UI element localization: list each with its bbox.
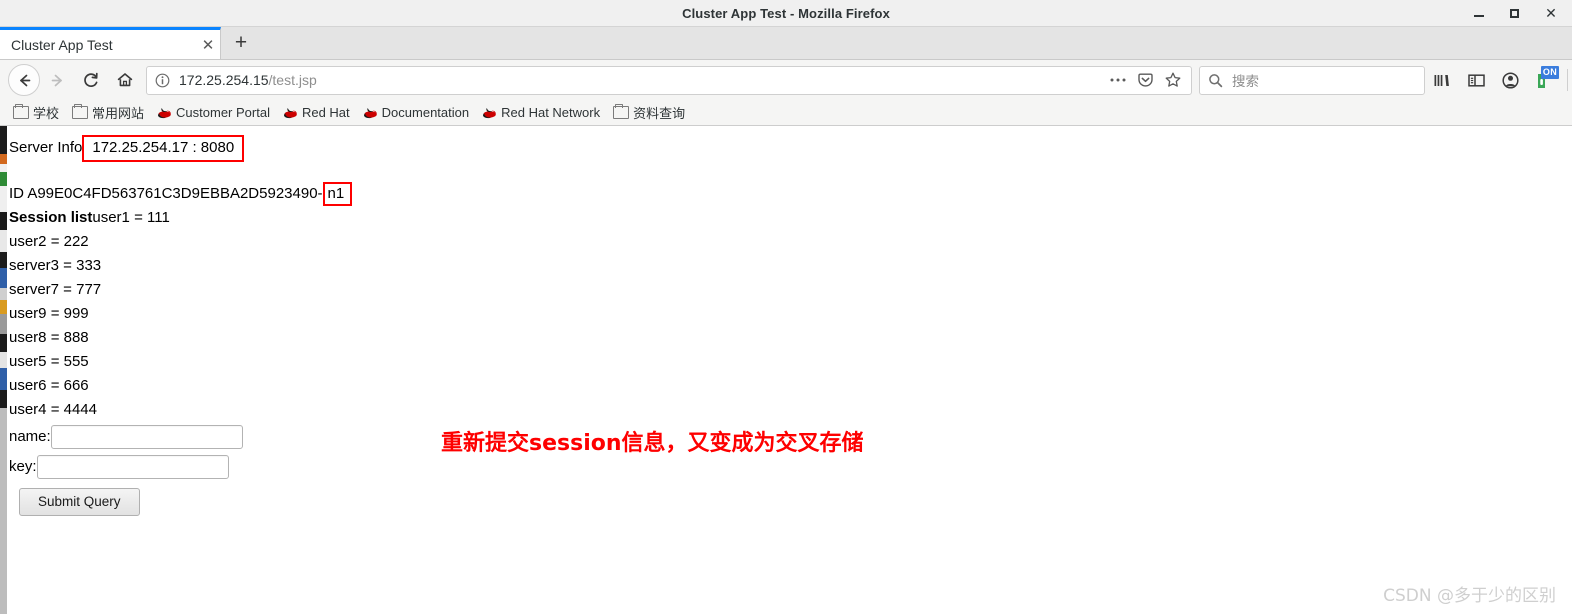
bookmark-item-red-hat[interactable]: Red Hat <box>278 103 355 122</box>
tab-strip: Cluster App Test ✕ + <box>0 27 1572 60</box>
page-actions-icon[interactable] <box>1109 76 1127 84</box>
bookmark-label: 资料查询 <box>633 106 686 121</box>
session-list-label: Session list <box>9 209 93 226</box>
close-window-button[interactable]: ✕ <box>1544 6 1558 20</box>
session-list-first-row: Session listuser1 = 111 <box>9 206 1572 230</box>
minimize-button[interactable] <box>1472 6 1486 20</box>
browser-tab-cluster-app-test[interactable]: Cluster App Test ✕ <box>0 27 221 59</box>
back-button[interactable] <box>8 64 40 96</box>
bookmark-item-ziliaochaxun[interactable]: 资料查询 <box>608 101 690 124</box>
session-entry: user1 = 111 <box>92 209 170 226</box>
annotation-text: 重新提交session信息，又变成为交叉存储 <box>441 431 864 456</box>
close-tab-icon[interactable]: ✕ <box>196 36 220 54</box>
url-host: 172.25.254.15 <box>179 72 269 88</box>
session-entry-row: server3 = 333 <box>9 257 102 274</box>
window-titlebar: Cluster App Test - Mozilla Firefox ✕ <box>0 0 1572 27</box>
tab-label: Cluster App Test <box>11 36 113 53</box>
session-entry-row: user2 = 222 <box>9 233 89 250</box>
forward-button[interactable] <box>40 63 74 97</box>
url-bar-actions <box>1105 71 1191 89</box>
pocket-icon[interactable] <box>1137 72 1154 89</box>
firefox-window: Cluster App Test - Mozilla Firefox ✕ Clu… <box>0 0 1572 614</box>
session-id-row: ID A99E0C4FD563761C3D9EBBA2D5923490- n1 <box>9 182 1572 206</box>
search-placeholder: 搜索 <box>1232 74 1259 89</box>
bookmark-label: Red Hat Network <box>501 105 601 120</box>
toolbar-right-icons: ON <box>1425 63 1572 97</box>
session-id-node-highlight: n1 <box>322 182 353 206</box>
session-entry-row: user8 = 888 <box>9 329 89 346</box>
navigation-toolbar: 172.25.254.15/test.jsp 搜索 ON <box>0 60 1572 100</box>
session-entry-row: server7 = 777 <box>9 281 102 298</box>
bookmark-item-documentation[interactable]: Documentation <box>358 103 474 122</box>
background-window-edge <box>0 126 7 614</box>
bookmark-label: Documentation <box>381 105 470 120</box>
url-bar[interactable]: 172.25.254.15/test.jsp <box>146 65 1192 95</box>
bookmark-item-changyongwangzhan[interactable]: 常用网站 <box>67 101 149 124</box>
bookmark-star-icon[interactable] <box>1164 71 1182 89</box>
session-entry-row: user5 = 555 <box>9 353 89 370</box>
url-text: 172.25.254.15/test.jsp <box>177 72 1105 88</box>
bookmark-label: Red Hat <box>301 105 350 120</box>
server-info-value-highlight: 172.25.254.17 : 8080 <box>82 134 245 162</box>
new-tab-button[interactable]: + <box>221 27 261 59</box>
home-button[interactable] <box>108 63 142 97</box>
folder-icon <box>72 103 89 119</box>
name-input[interactable] <box>50 425 243 449</box>
extension-badge: ON <box>1540 66 1559 79</box>
url-path: /test.jsp <box>268 72 317 88</box>
submit-query-button[interactable]: Submit Query <box>19 488 140 516</box>
session-entry-row: user9 = 999 <box>9 305 89 322</box>
bookmark-item-red-hat-network[interactable]: Red Hat Network <box>477 103 605 122</box>
bookmark-item-customer-portal[interactable]: Customer Portal <box>152 103 275 122</box>
session-entry-row: user6 = 666 <box>9 377 89 394</box>
key-input[interactable] <box>36 455 229 479</box>
server-info-row: Server Info 172.25.254.17 : 8080 <box>9 134 1572 162</box>
page-content: Server Info 172.25.254.17 : 8080 ID A99E… <box>9 126 1572 516</box>
toolbar-divider <box>1567 69 1568 91</box>
window-title: Cluster App Test - Mozilla Firefox <box>682 5 890 21</box>
bookmarks-toolbar: 学校 常用网站 Customer Portal Red Hat Document… <box>0 100 1572 126</box>
bookmark-label: Customer Portal <box>176 105 270 120</box>
identity-info-icon[interactable] <box>147 73 177 88</box>
session-entry-row: user4 = 4444 <box>9 401 97 418</box>
page-viewport: Server Info 172.25.254.17 : 8080 ID A99E… <box>0 126 1572 614</box>
folder-icon <box>13 103 29 119</box>
account-icon[interactable] <box>1493 63 1527 97</box>
bookmark-label: 常用网站 <box>92 106 145 121</box>
csdn-watermark: CSDN @多于少的区别 <box>1383 586 1556 606</box>
redhat-icon <box>283 106 298 119</box>
folder-icon <box>613 103 630 119</box>
library-icon[interactable] <box>1425 63 1459 97</box>
session-id-prefix: ID A99E0C4FD563761C3D9EBBA2D5923490- <box>9 185 323 202</box>
search-icon <box>1200 73 1230 88</box>
key-field-label: key: <box>9 458 37 475</box>
sidebar-icon[interactable] <box>1459 63 1493 97</box>
reload-button[interactable] <box>74 63 108 97</box>
extension-icon[interactable]: ON <box>1527 63 1561 97</box>
maximize-button[interactable] <box>1508 6 1522 20</box>
server-info-label: Server Info <box>9 139 83 156</box>
name-field-label: name: <box>9 428 51 445</box>
redhat-icon <box>157 106 172 119</box>
bookmark-label: 学校 <box>33 106 60 121</box>
search-bar[interactable]: 搜索 <box>1199 65 1425 95</box>
bookmark-item-xuexiao[interactable]: 学校 <box>8 101 64 124</box>
window-controls: ✕ <box>1472 0 1566 26</box>
redhat-icon <box>363 106 378 119</box>
redhat-icon <box>482 106 497 119</box>
